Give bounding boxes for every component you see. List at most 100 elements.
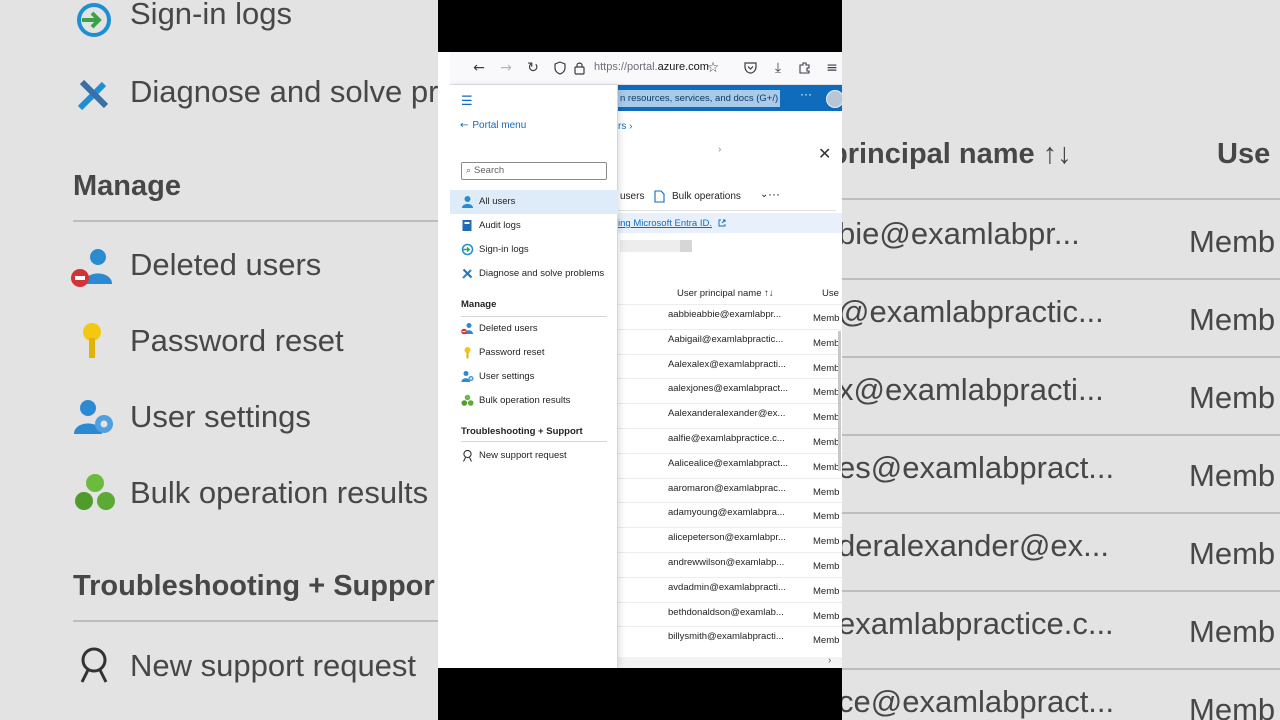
- url-bar[interactable]: https://portal.azure.com: [594, 61, 709, 73]
- user-principal-name-cell[interactable]: adamyoung@examlabpra...: [668, 507, 790, 518]
- more-commands-icon[interactable]: ···: [768, 187, 780, 201]
- users-table: aabbieabbie@examlabpr... Memb Aabigail@exa…: [618, 304, 842, 651]
- new-user-button[interactable]: users: [620, 191, 644, 202]
- chevron-right-icon[interactable]: ›: [828, 655, 831, 666]
- user-type-cell: Memb: [813, 337, 840, 349]
- close-icon[interactable]: ✕: [818, 144, 831, 163]
- bulk-operations-label: Bulk operations: [672, 191, 741, 202]
- column-header-user-type[interactable]: Use: [822, 288, 839, 299]
- user-principal-name-cell[interactable]: alicepeterson@examlabpr...: [668, 532, 790, 543]
- menu-item-bulk-results[interactable]: Bulk operation results: [450, 389, 618, 413]
- extensions-icon[interactable]: [798, 61, 811, 74]
- user-principal-name-cell[interactable]: aabbieabbie@examlabpr...: [668, 309, 790, 320]
- support-icon: [80, 647, 108, 683]
- menu-item-new-support-request[interactable]: New support request: [450, 444, 618, 468]
- global-search-input[interactable]: n resources, services, and docs (G+/): [618, 90, 780, 107]
- user-type-cell: Memb: [813, 436, 840, 448]
- table-row[interactable]: aalexjones@examlabpract... Memb: [618, 378, 842, 403]
- table-row[interactable]: alicepeterson@examlabpr... Memb: [618, 527, 842, 552]
- portal-menu-flyout: ☰ ← Portal menu ⌕ Search All users Audit…: [450, 85, 618, 668]
- user-type-cell: Memb: [813, 412, 840, 424]
- table-row[interactable]: Aalexalex@examlabpracti... Memb: [618, 353, 842, 379]
- menu-item-user-settings[interactable]: User settings: [450, 365, 618, 389]
- table-row[interactable]: andrewwilson@examlabp... Memb: [618, 551, 842, 577]
- bg-item-bulk: Bulk operation results: [130, 475, 429, 510]
- bg-heading-support: Troubleshooting + Suppor: [73, 570, 435, 602]
- lock-icon[interactable]: [574, 61, 585, 75]
- bg-item-signin: Sign-in logs: [130, 0, 292, 31]
- menu-divider: [461, 441, 607, 442]
- user-principal-name-cell[interactable]: Aalexanderalexander@ex...: [668, 408, 790, 419]
- bg-type-cell: Memb: [1189, 458, 1276, 493]
- bg-item-support: New support request: [130, 648, 417, 683]
- pocket-icon[interactable]: [744, 61, 757, 74]
- chevron-right-icon: ›: [718, 144, 722, 155]
- user-principal-name-cell[interactable]: Aalicealice@examlabpract...: [668, 458, 790, 469]
- user-principal-name-cell[interactable]: Aalexalex@examlabpracti...: [668, 359, 790, 370]
- user-principal-name-cell[interactable]: bethdonaldson@examlab...: [668, 607, 790, 618]
- column-header-upn[interactable]: User principal name ↑↓: [677, 288, 774, 299]
- bg-upn-cell: deralexander@ex...: [842, 528, 1110, 563]
- table-row[interactable]: avdadmin@examlabpracti... Memb: [618, 576, 842, 602]
- table-row[interactable]: Aalicealice@examlabpract... Memb: [618, 452, 842, 478]
- user-principal-name-cell[interactable]: aalfie@examlabpractice.c...: [668, 433, 790, 444]
- search-placeholder: Search: [474, 165, 505, 176]
- deleted-user-icon: [461, 323, 473, 335]
- user-principal-name-cell[interactable]: aalexjones@examlabpract...: [668, 383, 790, 394]
- deleted-user-icon: [71, 249, 112, 287]
- table-row[interactable]: Aabigail@examlabpractic... Memb: [618, 328, 842, 354]
- menu-search-input[interactable]: ⌕ Search: [461, 162, 607, 180]
- user-principal-name-cell[interactable]: avdadmin@examlabpracti...: [668, 582, 790, 593]
- table-row[interactable]: adamyoung@examlabpra... Memb: [618, 502, 842, 527]
- portal-menu-link[interactable]: ← Portal menu: [460, 120, 526, 131]
- user-principal-name-cell[interactable]: aaromaron@examlabprac...: [668, 483, 790, 494]
- table-row[interactable]: Aalexanderalexander@ex... Memb: [618, 403, 842, 428]
- shield-icon[interactable]: [554, 61, 566, 75]
- bulk-icon: [75, 474, 115, 510]
- menu-item-label: Deleted users: [479, 323, 538, 334]
- support-icon: [463, 449, 472, 462]
- table-row[interactable]: aaromaron@examlabprac... Memb: [618, 477, 842, 503]
- bg-type-cell: Memb: [1189, 614, 1276, 649]
- bookmark-star-icon[interactable]: ☆: [705, 60, 721, 76]
- wrench-icon: [77, 79, 109, 111]
- back-icon[interactable]: ←: [471, 60, 487, 76]
- external-link-icon[interactable]: [718, 219, 726, 227]
- menu-item-deleted-users[interactable]: Deleted users: [450, 317, 618, 341]
- menu-item-sign-in-logs[interactable]: Sign-in logs: [450, 238, 618, 262]
- forward-icon[interactable]: →: [498, 60, 514, 76]
- breadcrumb[interactable]: rs ›: [618, 121, 632, 132]
- vertical-scrollbar[interactable]: [838, 331, 841, 471]
- more-icon[interactable]: ···: [800, 87, 812, 101]
- reload-icon[interactable]: ↻: [525, 60, 541, 76]
- user-principal-name-cell[interactable]: Aabigail@examlabpractic...: [668, 334, 790, 345]
- command-bar-divider: [618, 210, 836, 211]
- table-row[interactable]: billysmith@examlabpracti... Memb: [618, 626, 842, 651]
- menu-item-password-reset[interactable]: Password reset: [450, 341, 618, 365]
- table-row[interactable]: aabbieabbie@examlabpr... Memb: [618, 304, 842, 329]
- table-row[interactable]: aalfie@examlabpractice.c... Memb: [618, 427, 842, 453]
- user-principal-name-cell[interactable]: billysmith@examlabpracti...: [668, 631, 790, 642]
- user-type-cell: Memb: [813, 387, 840, 399]
- user-principal-name-cell[interactable]: andrewwilson@examlabp...: [668, 557, 790, 568]
- background-zoom-right: principal name ↑↓ Use bie@examlabpr... Me…: [842, 0, 1280, 720]
- hamburger-icon[interactable]: ☰: [461, 94, 473, 109]
- bg-item-deleted: Deleted users: [130, 247, 322, 282]
- download-icon[interactable]: ⤓: [770, 60, 786, 76]
- table-row[interactable]: bethdonaldson@examlab... Memb: [618, 601, 842, 627]
- bg-divider: [842, 278, 1280, 280]
- horizontal-scrollbar[interactable]: ›: [618, 655, 842, 668]
- menu-item-all-users[interactable]: All users: [450, 190, 618, 214]
- signin-icon: [461, 243, 474, 256]
- menu-item-label: Audit logs: [479, 220, 521, 231]
- user-type-cell: Memb: [813, 635, 840, 647]
- menu-item-audit-logs[interactable]: Audit logs: [450, 214, 618, 238]
- menu-item-diagnose[interactable]: Diagnose and solve problems: [450, 262, 618, 286]
- menu-heading-support: Troubleshooting + Support: [461, 426, 583, 437]
- menu-item-label: Password reset: [479, 347, 545, 358]
- banner-link[interactable]: ing Microsoft Entra ID.: [618, 218, 712, 229]
- avatar[interactable]: [826, 90, 842, 108]
- bg-divider: [73, 620, 438, 622]
- browser-menu-icon[interactable]: ≡: [824, 60, 840, 76]
- arrow-left-icon: ←: [460, 120, 469, 131]
